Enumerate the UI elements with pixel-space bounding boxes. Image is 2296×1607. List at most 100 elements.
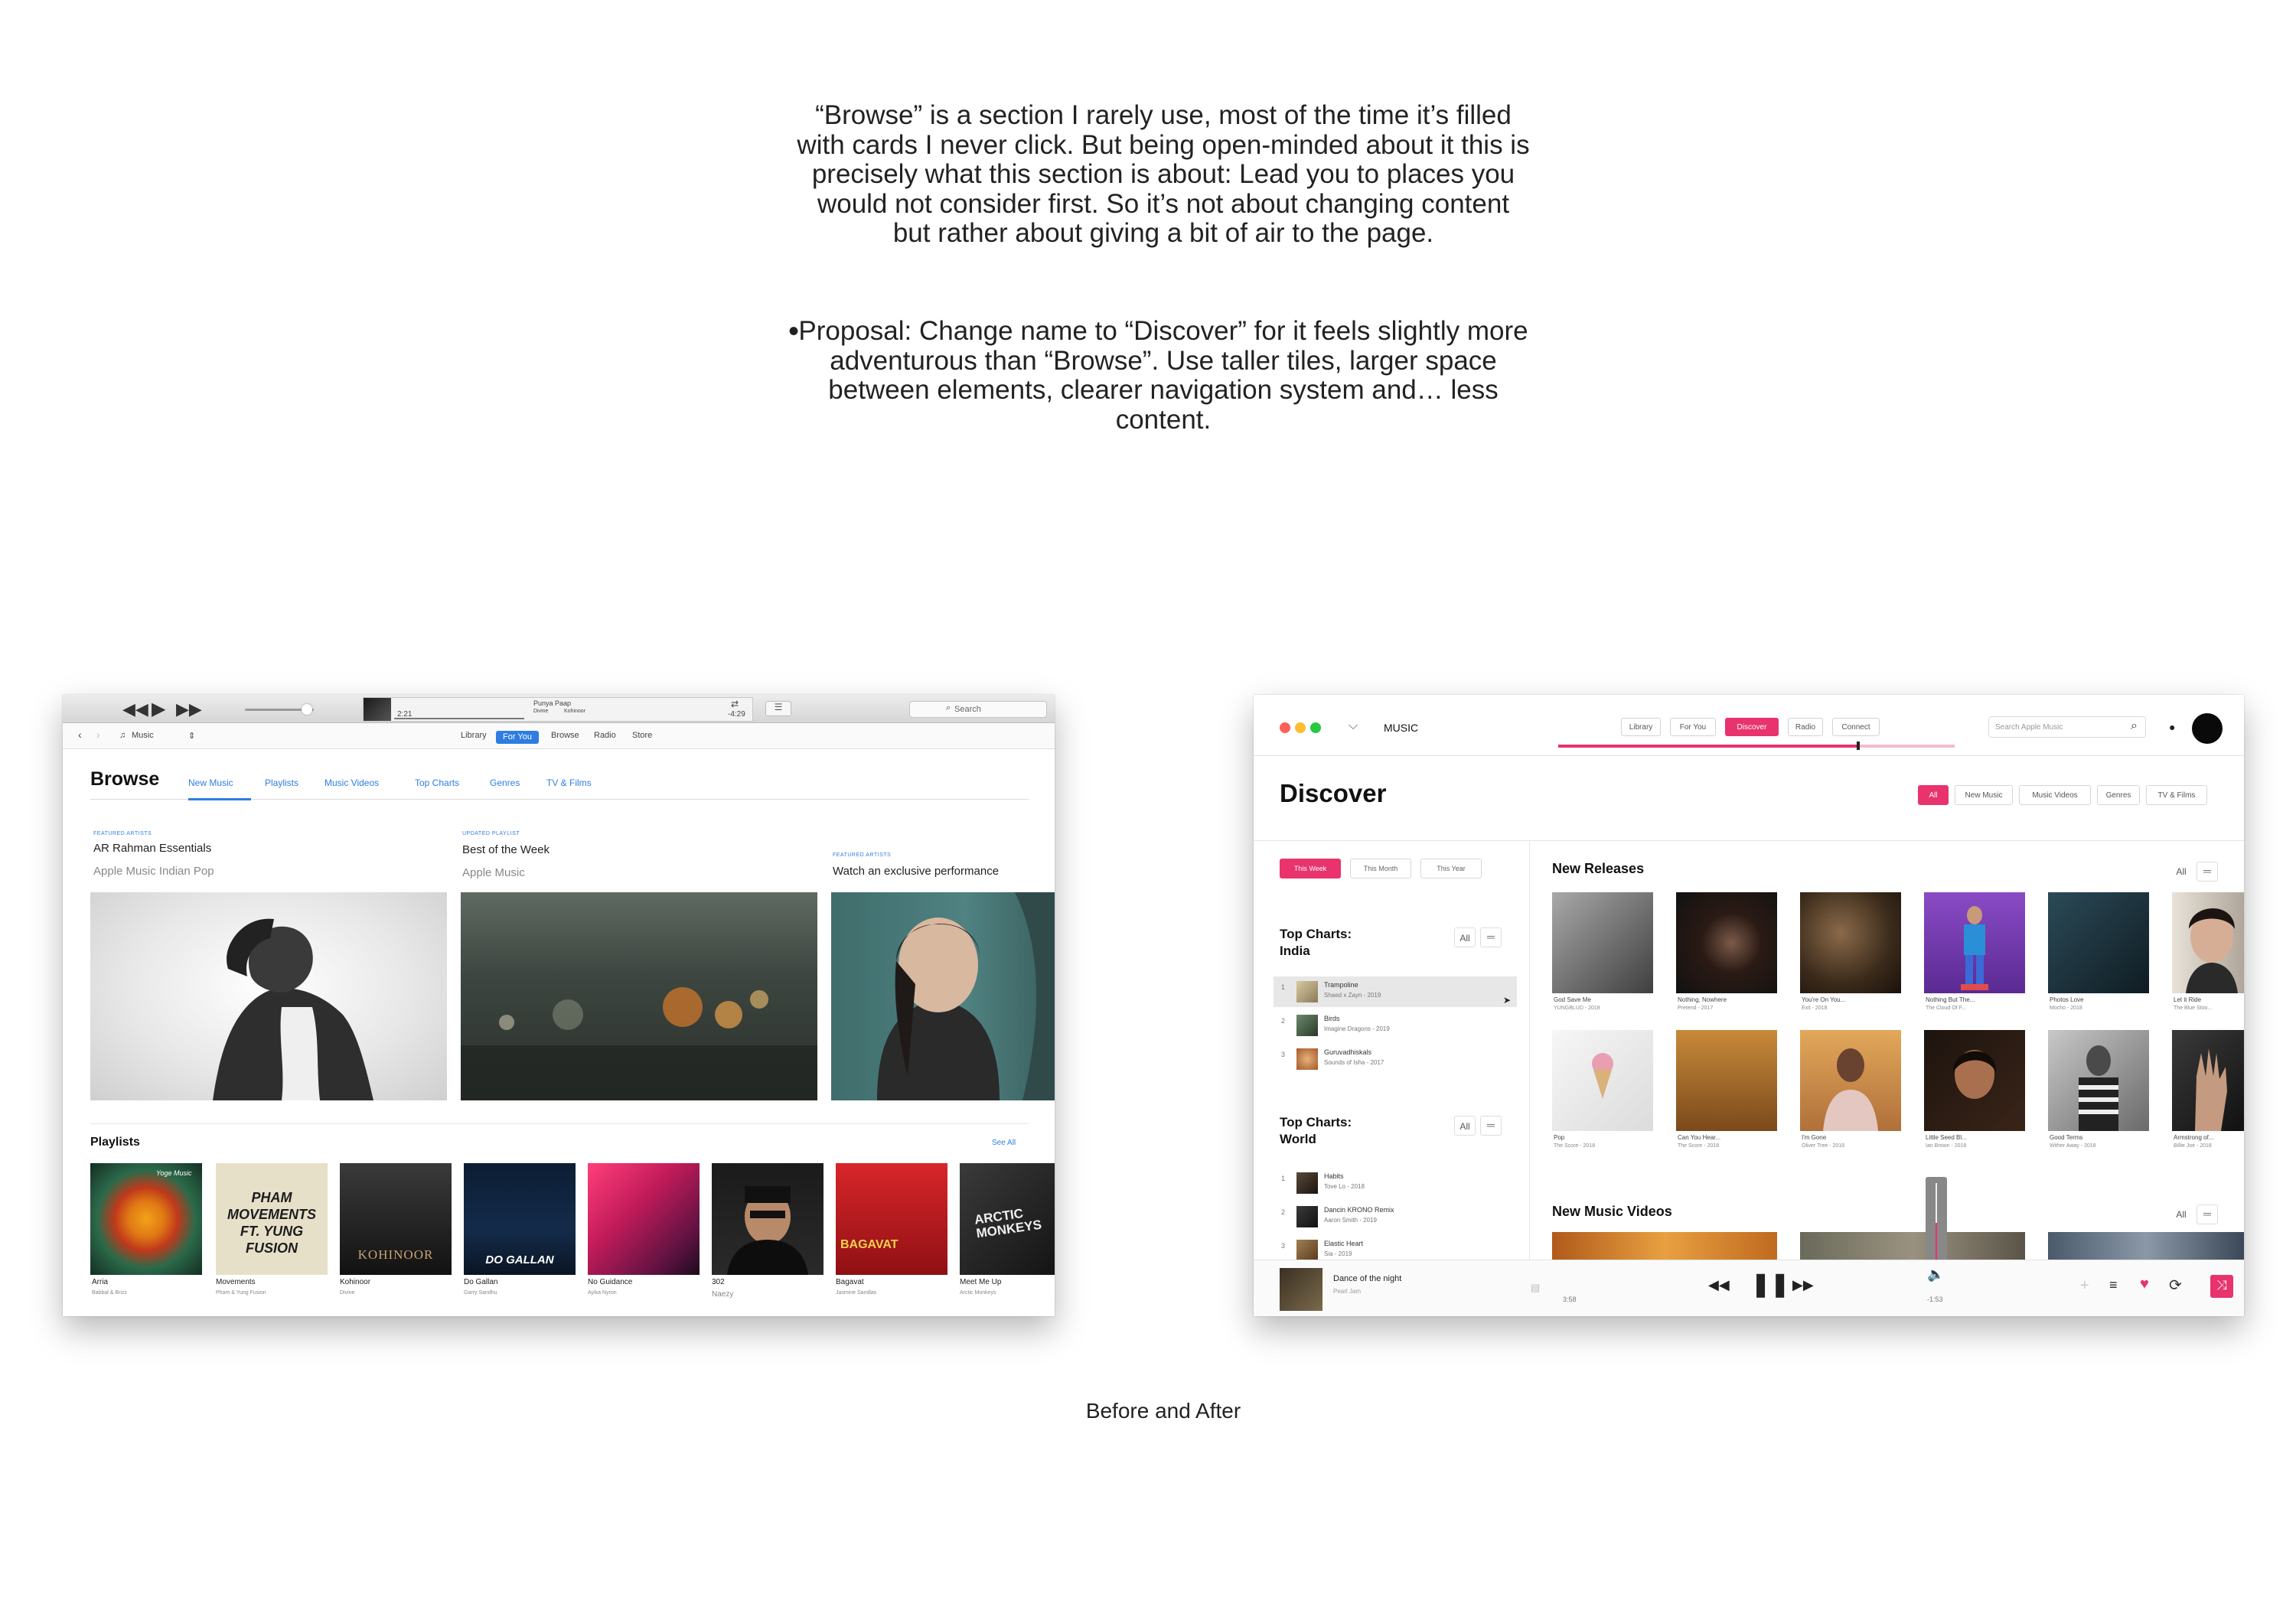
menu-icon[interactable]: ═ — [2197, 862, 2218, 882]
playlist-cover[interactable] — [588, 1163, 700, 1275]
chevron-down-icon[interactable]: ⌵ — [1349, 719, 1358, 733]
release-title[interactable]: Good Terms — [2050, 1134, 2082, 1141]
release-title[interactable]: Nothing But The... — [1926, 996, 1975, 1003]
search-input[interactable]: Search Apple Music — [1988, 716, 2146, 738]
playlist-cover[interactable]: Yoge Music — [90, 1163, 202, 1275]
release-title[interactable]: God Save Me — [1554, 996, 1591, 1003]
progress-knob[interactable] — [1857, 742, 1860, 750]
featured-image[interactable] — [90, 892, 447, 1100]
nav-radio[interactable]: Radio — [1788, 718, 1823, 736]
filter-new-music[interactable]: New Music — [1955, 785, 2013, 805]
nav-library[interactable]: Library — [461, 731, 487, 740]
nav-for-you[interactable]: For You — [496, 731, 539, 744]
release-title[interactable]: I'm Gone — [1802, 1134, 1826, 1141]
release-title[interactable]: Little Seed Bl... — [1926, 1134, 1967, 1141]
release-cover[interactable] — [2048, 1030, 2149, 1131]
chart-row[interactable]: 1 Habits Tove Lo - 2018 — [1274, 1168, 1517, 1198]
now-playing-art[interactable] — [1280, 1268, 1322, 1311]
all-button[interactable]: All — [2170, 862, 2192, 882]
forward-icon[interactable]: › — [96, 729, 100, 741]
playlist-name[interactable]: Kohinoor — [340, 1278, 370, 1286]
add-to-queue-icon[interactable]: ≡ — [2109, 1277, 2118, 1293]
rewind-icon[interactable]: ◀◀ — [1708, 1277, 1730, 1293]
see-all-link[interactable]: See All — [992, 1139, 1016, 1147]
chart-row[interactable]: 2 Dancin KRONO Remix Aaron Smith - 2019 — [1274, 1201, 1517, 1232]
chart-row[interactable]: 3 Guruvadhiskals Sounds of Isha - 2017 — [1274, 1044, 1517, 1074]
release-cover[interactable] — [1676, 892, 1777, 993]
volume-slider[interactable] — [1926, 1177, 1947, 1269]
updown-chevron-icon[interactable]: ⇕ — [188, 731, 195, 741]
fast-forward-icon[interactable]: ▶▶ — [176, 699, 202, 719]
range-this-year[interactable]: This Year — [1420, 859, 1482, 878]
playlist-cover[interactable]: KOHINOOR — [340, 1163, 452, 1275]
release-cover[interactable] — [1676, 1030, 1777, 1131]
add-icon[interactable]: + — [2080, 1277, 2089, 1295]
playlist-name[interactable]: Arria — [92, 1278, 108, 1286]
nav-library[interactable]: Library — [1621, 718, 1661, 736]
nav-radio[interactable]: Radio — [594, 731, 616, 740]
playlist-name[interactable]: No Guidance — [588, 1278, 632, 1286]
tab-genres[interactable]: Genres — [490, 777, 520, 788]
release-title[interactable]: Let it Ride — [2174, 996, 2201, 1003]
release-cover[interactable] — [2172, 1030, 2244, 1131]
nav-browse[interactable]: Browse — [551, 731, 579, 740]
playlist-name[interactable]: 302 — [712, 1278, 725, 1286]
speaker-icon[interactable]: 🔈 — [1927, 1266, 1944, 1283]
playlist-name[interactable]: Meet Me Up — [960, 1278, 1001, 1286]
back-icon[interactable]: ‹ — [78, 729, 82, 741]
menu-icon[interactable]: ═ — [2197, 1204, 2218, 1224]
filter-music-videos[interactable]: Music Videos — [2019, 785, 2091, 805]
minimize-icon[interactable] — [1295, 722, 1306, 733]
filter-genres[interactable]: Genres — [2097, 785, 2140, 805]
playlist-name[interactable]: Do Gallan — [464, 1278, 497, 1286]
tab-tv-films[interactable]: TV & Films — [546, 777, 592, 788]
playlist-cover[interactable]: DO GALLAN — [464, 1163, 576, 1275]
now-playing-title[interactable]: Dance of the night — [1333, 1274, 1401, 1283]
video-thumbnail[interactable] — [1552, 1232, 1777, 1260]
tab-top-charts[interactable]: Top Charts — [415, 777, 459, 788]
featured-title[interactable]: AR Rahman Essentials — [93, 842, 211, 855]
release-title[interactable]: Nothing, Nowhere — [1678, 996, 1727, 1003]
release-cover[interactable] — [1552, 892, 1653, 993]
tab-playlists[interactable]: Playlists — [265, 777, 298, 788]
release-title[interactable]: Armstrong of... — [2174, 1134, 2213, 1141]
release-cover[interactable] — [2048, 892, 2149, 993]
fast-forward-icon[interactable]: ▶▶ — [1792, 1277, 1814, 1293]
release-cover[interactable] — [1552, 1030, 1653, 1131]
release-cover[interactable] — [1924, 1030, 2025, 1131]
nav-connect[interactable]: Connect — [1832, 718, 1880, 736]
search-input[interactable]: Search — [909, 701, 1047, 718]
all-button[interactable]: All — [2170, 1204, 2192, 1224]
all-button[interactable]: All — [1454, 927, 1476, 947]
release-cover[interactable] — [2172, 892, 2244, 993]
bell-icon[interactable]: ● — [2169, 721, 2175, 733]
playlist-cover[interactable]: ARCTIC MONKEYS — [960, 1163, 1055, 1275]
video-thumbnail[interactable] — [2048, 1232, 2244, 1260]
release-cover[interactable] — [1924, 892, 2025, 993]
range-this-week[interactable]: This Week — [1280, 859, 1341, 878]
tab-new-music[interactable]: New Music — [188, 777, 233, 788]
filter-all[interactable]: All — [1918, 785, 1949, 805]
chart-row[interactable]: 2 Birds Imagine Dragons - 2019 — [1274, 1010, 1517, 1041]
progress-bar[interactable] — [394, 718, 524, 719]
lyrics-icon[interactable]: ▤ — [1531, 1282, 1540, 1294]
nav-for-you[interactable]: For You — [1670, 718, 1716, 736]
release-title[interactable]: Pop — [1554, 1134, 1564, 1141]
all-button[interactable]: All — [1454, 1116, 1476, 1136]
featured-image[interactable] — [461, 892, 817, 1100]
media-picker[interactable]: Music — [132, 731, 154, 740]
heart-icon[interactable]: ♥ — [2140, 1276, 2149, 1293]
menu-icon[interactable]: ═ — [1480, 927, 1502, 947]
avatar[interactable] — [2192, 713, 2223, 744]
release-title[interactable]: You're On You... — [1802, 996, 1845, 1003]
repeat-icon[interactable]: ⇄ — [731, 699, 739, 709]
playlist-name[interactable]: Bagavat — [836, 1278, 864, 1286]
release-cover[interactable] — [1800, 892, 1901, 993]
featured-title[interactable]: Best of the Week — [462, 843, 550, 856]
rewind-icon[interactable]: ◀◀ — [122, 699, 148, 719]
playlist-cover[interactable]: PHAM MOVEMENTS FT. YUNG FUSION — [216, 1163, 328, 1275]
chart-row[interactable]: 1 Trampoline Shaed x Zayn - 2019 ➤ — [1274, 976, 1517, 1007]
playlist-cover[interactable] — [712, 1163, 823, 1275]
repeat-icon[interactable]: ⟳ — [2169, 1276, 2182, 1295]
close-icon[interactable] — [1280, 722, 1290, 733]
